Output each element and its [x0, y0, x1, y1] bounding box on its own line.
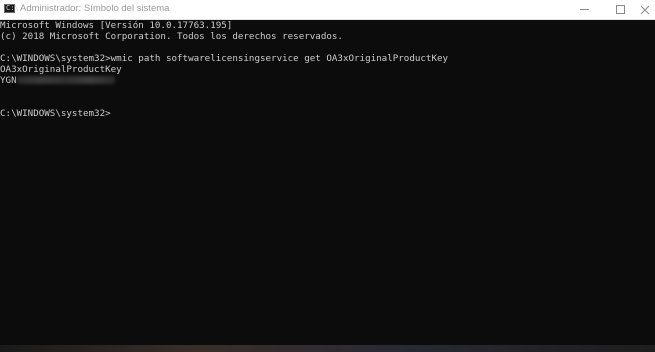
- console-line-header: OA3xOriginalProductKey: [0, 64, 122, 75]
- desktop-background-strip: [0, 345, 655, 352]
- title-bar[interactable]: C:\ Administrador: Símbolo del sistema: [0, 0, 655, 20]
- product-key-visible-prefix: YGN: [0, 75, 17, 86]
- console-line-command: C:\WINDOWS\system32>wmic path softwareli…: [0, 53, 449, 64]
- redacted-product-key: [16, 76, 115, 84]
- minimize-button[interactable]: [571, 0, 601, 19]
- cmd-icon: C:\: [4, 4, 19, 13]
- close-button[interactable]: [634, 0, 655, 19]
- console-line-product-key: YGN: [0, 75, 115, 86]
- window-title: Administrador: Símbolo del sistema: [20, 3, 170, 14]
- console-line-version: Microsoft Windows [Versión 10.0.17763.19…: [0, 20, 233, 31]
- command-prompt-window: C:\ Administrador: Símbolo del sistema M…: [0, 0, 655, 352]
- maximize-icon: [616, 5, 625, 14]
- close-icon: [640, 5, 650, 15]
- console-line-prompt: C:\WINDOWS\system32>: [0, 108, 111, 119]
- minimize-icon: [580, 9, 589, 10]
- console-line-copyright: (c) 2018 Microsoft Corporation. Todos lo…: [0, 31, 343, 42]
- console-output[interactable]: Microsoft Windows [Versión 10.0.17763.19…: [0, 20, 655, 345]
- maximize-button[interactable]: [606, 0, 636, 19]
